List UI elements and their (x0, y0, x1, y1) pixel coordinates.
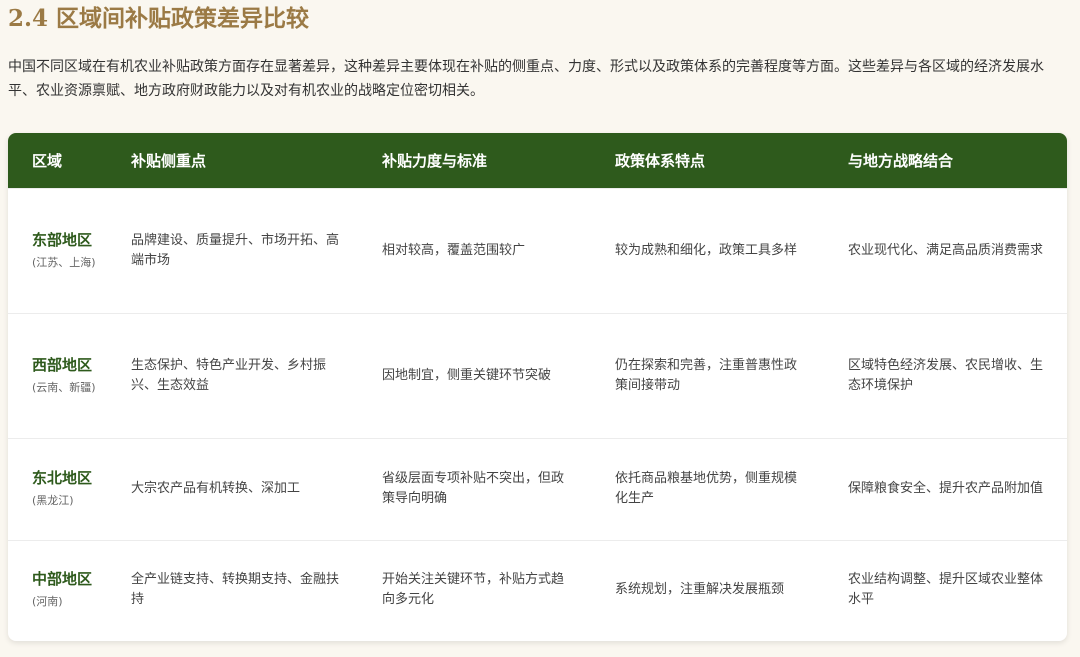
region-cell: 东部地区 (江苏、上海) (8, 188, 107, 313)
header-focus: 补贴侧重点 (131, 151, 207, 170)
region-name: 中部地区 (32, 570, 93, 589)
region-cell: 东北地区 (黑龙江) (8, 438, 107, 540)
header-intensity: 补贴力度与标准 (382, 151, 488, 170)
table-header: 区域 补贴侧重点 补贴力度与标准 政策体系特点 与地方战略结合 (8, 133, 1067, 188)
table-body: 东部地区 (江苏、上海) 品牌建设、质量提升、市场开拓、高端市场 相对较高，覆盖… (8, 188, 1067, 640)
region-name: 东北地区 (32, 469, 93, 487)
region-cell: 中部地区 (河南) (8, 540, 107, 640)
focus-cell: 全产业链支持、转换期支持、金融扶持 (131, 572, 340, 608)
strategy-cell: 农业现代化、满足高品质消费需求 (848, 242, 1044, 258)
system-cell: 较为成熟和细化，政策工具多样 (615, 242, 798, 258)
region-provinces: (河南) (32, 595, 63, 609)
table-row: 东北地区 (黑龙江) 大宗农产品有机转换、深加工 省级层面专项补贴不突出，但政策… (8, 438, 1067, 540)
region-provinces: (黑龙江) (32, 494, 74, 507)
intensity-cell: 省级层面专项补贴不突出，但政策导向明确 (382, 471, 565, 506)
region-provinces: (云南、新疆) (32, 380, 96, 394)
system-cell: 依托商品粮基地优势，侧重规模化生产 (615, 471, 798, 506)
table-header-row: 区域 补贴侧重点 补贴力度与标准 政策体系特点 与地方战略结合 (8, 133, 1067, 188)
table: 区域 补贴侧重点 补贴力度与标准 政策体系特点 与地方战略结合 东部地区 (江苏… (8, 133, 1067, 640)
strategy-cell: 保障粮食安全、提升农产品附加值 (848, 481, 1044, 496)
intensity-cell: 因地制宜，侧重关键环节突破 (382, 367, 552, 383)
region-cell: 西部地区 (云南、新疆) (8, 313, 107, 438)
region-provinces: (江苏、上海) (32, 255, 96, 269)
intensity-cell: 相对较高，覆盖范围较广 (382, 242, 526, 258)
system-cell: 仍在探索和完善，注重普惠性政策间接带动 (615, 357, 798, 393)
table-row: 东部地区 (江苏、上海) 品牌建设、质量提升、市场开拓、高端市场 相对较高，覆盖… (8, 188, 1067, 313)
table-row: 西部地区 (云南、新疆) 生态保护、特色产业开发、乡村振兴、生态效益 因地制宜，… (8, 313, 1067, 438)
table-row: 中部地区 (河南) 全产业链支持、转换期支持、金融扶持 开始关注关键环节，补贴方… (8, 540, 1067, 640)
comparison-table: 区域 补贴侧重点 补贴力度与标准 政策体系特点 与地方战略结合 东部地区 (江苏… (8, 133, 1067, 641)
system-cell: 系统规划，注重解决发展瓶颈 (615, 582, 785, 598)
focus-cell: 生态保护、特色产业开发、乡村振兴、生态效益 (131, 357, 327, 393)
header-strategy: 与地方战略结合 (848, 151, 954, 170)
strategy-cell: 农业结构调整、提升区域农业整体水平 (848, 572, 1044, 608)
section-heading: 2.4 区域间补贴政策差异比较 (8, 5, 310, 32)
region-name: 西部地区 (32, 355, 93, 374)
intensity-cell: 开始关注关键环节，补贴方式趋向多元化 (382, 572, 565, 608)
focus-cell: 品牌建设、质量提升、市场开拓、高端市场 (131, 232, 340, 268)
focus-cell: 大宗农产品有机转换、深加工 (131, 481, 301, 496)
header-region: 区域 (32, 151, 63, 170)
region-name: 东部地区 (32, 230, 93, 249)
header-system: 政策体系特点 (615, 151, 706, 170)
strategy-cell: 区域特色经济发展、农民增收、生态环境保护 (848, 357, 1044, 393)
page: 2.4 区域间补贴政策差异比较 中国不同区域在有机农业补贴政策方面存在显著差异，… (0, 0, 1080, 657)
intro-paragraph: 中国不同区域在有机农业补贴政策方面存在显著差异，这种差异主要体现在补贴的侧重点、… (8, 59, 1044, 99)
